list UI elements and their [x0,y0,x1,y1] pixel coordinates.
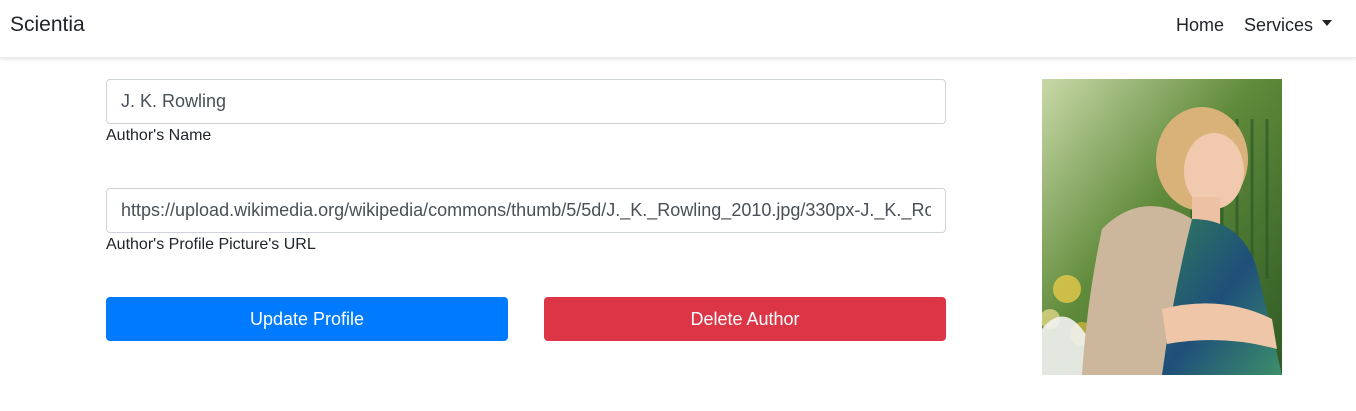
delete-author-button[interactable]: Delete Author [544,297,946,341]
brand-link[interactable]: Scientia [10,12,85,38]
caret-down-icon [1322,20,1332,26]
author-profile-picture [1042,79,1282,375]
update-profile-button[interactable]: Update Profile [106,297,508,341]
nav-link-home[interactable]: Home [1176,13,1224,37]
nav-dropdown-services[interactable]: Services [1244,13,1332,37]
author-name-input[interactable] [106,79,946,124]
nav-links: Home Services [1176,13,1332,37]
navbar: Scientia Home Services [0,0,1356,58]
author-picture-url-input[interactable] [106,188,946,233]
nav-link-services-label: Services [1243,15,1313,35]
author-picture-url-label: Author's Profile Picture's URL [106,236,316,253]
author-name-label: Author's Name [106,127,212,144]
